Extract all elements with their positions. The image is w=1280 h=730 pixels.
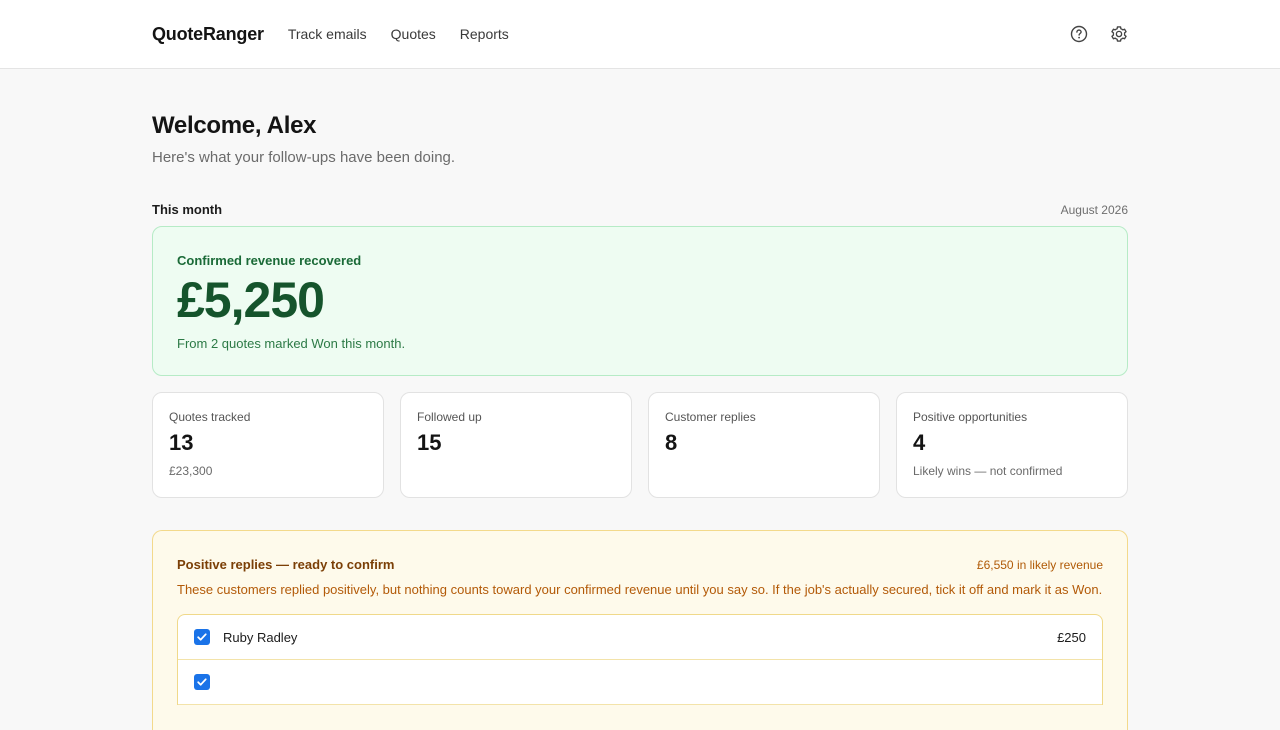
positive-replies-header: Positive replies — ready to confirm £6,5…: [177, 557, 1103, 572]
positive-replies-list: Ruby Radley £250: [177, 614, 1103, 705]
stat-label: Customer replies: [665, 410, 756, 424]
month-date: August 2026: [1060, 203, 1128, 217]
stat-label: Positive opportunities: [913, 410, 1028, 424]
stat-quotes-tracked: Quotes tracked 13 £23,300: [152, 392, 384, 498]
revenue-label: Confirmed revenue recovered: [177, 253, 362, 268]
header-icons: [1070, 25, 1128, 43]
help-icon[interactable]: [1070, 25, 1088, 43]
stat-customer-replies: Customer replies 8: [648, 392, 880, 498]
stat-label: Followed up: [417, 410, 482, 424]
positive-replies-title: Positive replies — ready to confirm: [177, 557, 395, 572]
stats-row: Quotes tracked 13 £23,300 Followed up 15…: [152, 392, 1128, 498]
stat-sub: £23,300: [169, 464, 213, 478]
confirm-checkbox[interactable]: [194, 674, 210, 690]
stat-positive-opportunities: Positive opportunities 4 Likely wins — n…: [896, 392, 1128, 498]
nav-track-emails[interactable]: Track emails: [288, 26, 367, 42]
stat-value: 13: [169, 430, 194, 455]
list-item[interactable]: [178, 660, 1102, 705]
list-item[interactable]: Ruby Radley £250: [178, 615, 1102, 660]
page-subtitle: Here's what your follow-ups have been do…: [152, 149, 456, 166]
revenue-card: Confirmed revenue recovered £5,250 From …: [152, 226, 1128, 376]
stat-label: Quotes tracked: [169, 410, 251, 424]
stat-value: 15: [417, 430, 442, 455]
positive-replies-description: These customers replied positively, but …: [177, 582, 1103, 597]
stat-value: 4: [913, 430, 926, 455]
quote-amount: £250: [1057, 629, 1086, 645]
revenue-note: From 2 quotes marked Won this month.: [177, 336, 406, 351]
top-nav-bar: QuoteRanger Track emails Quotes Reports: [0, 0, 1280, 69]
page-title: Welcome, Alex: [152, 112, 317, 139]
dashboard-main: Welcome, Alex Here's what your follow-up…: [152, 69, 1128, 730]
stat-sub: Likely wins — not confirmed: [913, 464, 1063, 478]
customer-name: Ruby Radley: [223, 629, 298, 645]
revenue-value: £5,250: [177, 272, 325, 328]
positive-replies-card: Positive replies — ready to confirm £6,5…: [152, 530, 1128, 730]
top-nav-inner: QuoteRanger Track emails Quotes Reports: [152, 0, 1128, 68]
gear-icon[interactable]: [1110, 25, 1128, 43]
likely-revenue: £6,550 in likely revenue: [976, 558, 1103, 572]
nav-quotes[interactable]: Quotes: [391, 26, 436, 42]
month-header: This month August 2026: [152, 202, 1128, 217]
main-nav: Track emails Quotes Reports: [288, 26, 509, 42]
confirm-checkbox[interactable]: [194, 629, 210, 645]
nav-reports[interactable]: Reports: [460, 26, 509, 42]
stat-value: 8: [665, 430, 678, 455]
stat-followed-up: Followed up 15: [400, 392, 632, 498]
brand-logo[interactable]: QuoteRanger: [152, 24, 264, 45]
month-label: This month: [152, 202, 223, 217]
